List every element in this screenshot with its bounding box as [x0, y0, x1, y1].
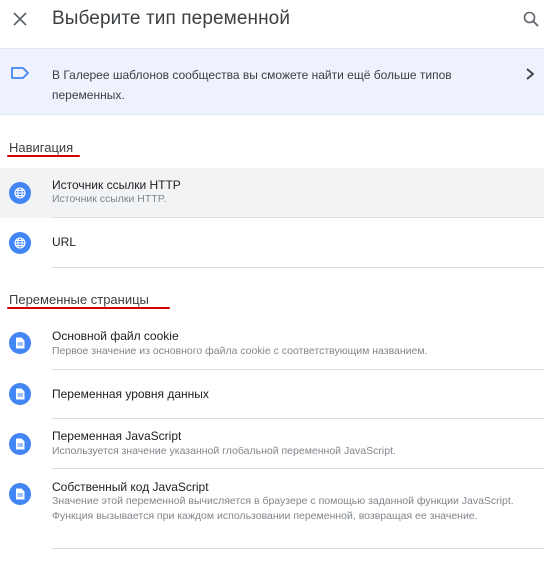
list-item-first-party-cookie[interactable]: Основной файл cookie Первое значение из …	[0, 320, 544, 370]
list-item-url[interactable]: URL	[0, 218, 544, 268]
item-description: Используется значение указанной глобальн…	[52, 445, 396, 457]
document-icon	[9, 433, 31, 455]
list-item-http-referrer[interactable]: Источник ссылки HTTP Источник ссылки HTT…	[0, 168, 544, 218]
close-icon	[13, 12, 27, 26]
community-gallery-banner[interactable]: В Галерее шаблонов сообщества вы сможете…	[0, 48, 544, 115]
list-item-custom-javascript[interactable]: Собственный код JavaScript Значение этой…	[0, 469, 544, 549]
item-title: Источник ссылки HTTP	[52, 178, 181, 192]
item-title: Переменная уровня данных	[52, 387, 209, 401]
item-description: Значение этой переменной вычисляется в б…	[52, 495, 514, 522]
item-description: Первое значение из основного файла cooki…	[52, 345, 428, 357]
document-icon	[9, 332, 31, 354]
globe-icon	[9, 232, 31, 254]
divider	[52, 267, 544, 268]
annotation-underline	[7, 307, 170, 309]
section-heading-page-variables: Переменные страницы	[9, 292, 149, 307]
page-title: Выберите тип переменной	[52, 8, 291, 29]
list-item-data-layer-variable[interactable]: Переменная уровня данных	[0, 370, 544, 419]
header: Выберите тип переменной	[0, 0, 544, 46]
banner-text: В Галерее шаблонов сообщества вы сможете…	[52, 68, 452, 102]
document-icon	[9, 383, 31, 405]
search-icon	[523, 11, 539, 27]
item-description: Источник ссылки HTTP.	[52, 193, 167, 205]
list-item-javascript-variable[interactable]: Переменная JavaScript Используется значе…	[0, 419, 544, 469]
chevron-right-icon	[526, 68, 535, 80]
document-icon	[9, 483, 31, 505]
divider	[52, 548, 544, 549]
search-button[interactable]	[520, 8, 542, 30]
section-heading-navigation: Навигация	[9, 140, 74, 155]
annotation-underline	[7, 155, 80, 157]
close-button[interactable]	[10, 9, 30, 29]
globe-icon	[9, 182, 31, 204]
variable-type-picker: Выберите тип переменной В Галерее шаблон…	[0, 0, 544, 566]
item-title: Основной файл cookie	[52, 329, 179, 343]
tag-icon	[11, 67, 29, 79]
item-title: Собственный код JavaScript	[52, 480, 209, 494]
item-title: Переменная JavaScript	[52, 429, 182, 443]
item-title: URL	[52, 235, 77, 249]
